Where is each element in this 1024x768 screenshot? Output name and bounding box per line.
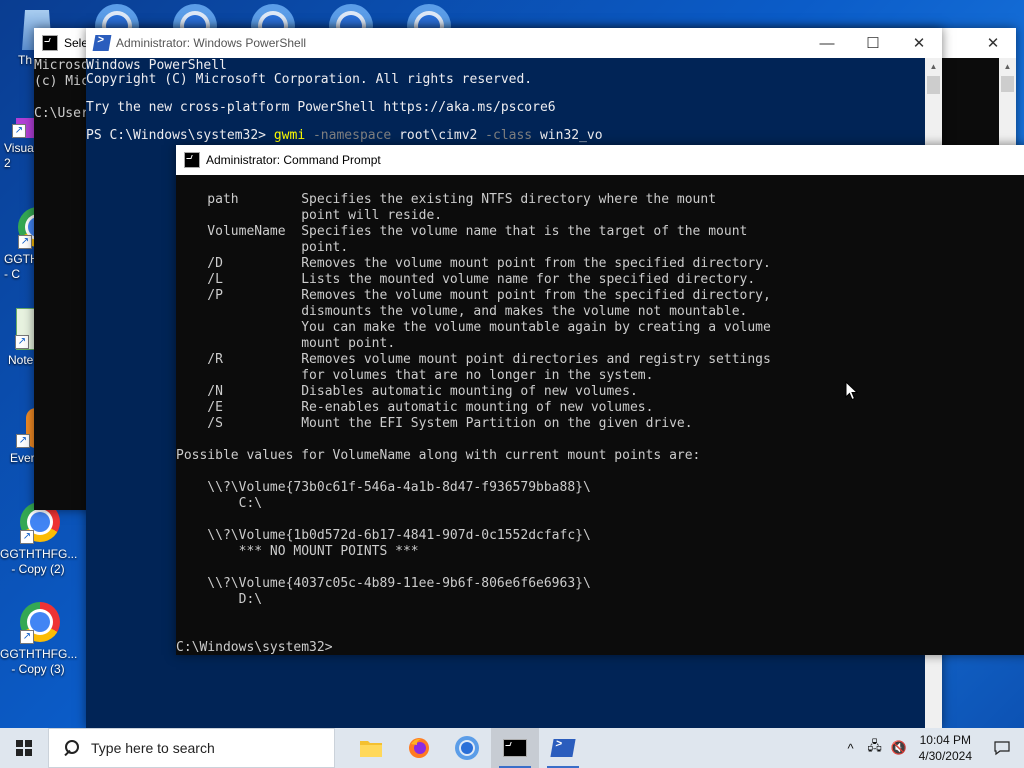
start-button[interactable]	[0, 728, 48, 768]
cmd-icon	[42, 35, 58, 51]
cmd-icon	[184, 152, 200, 168]
desktop-icon-chrome-copy-3[interactable]: ↗ GGTHTHFG... - Copy (3)	[0, 600, 77, 677]
taskbar-search-box[interactable]: Type here to search	[48, 728, 335, 768]
taskbar-powershell[interactable]	[539, 728, 587, 768]
chevron-up-icon[interactable]: ^	[839, 728, 863, 768]
powershell-console-output[interactable]: Windows PowerShell Copyright (C) Microso…	[86, 59, 603, 143]
folder-icon	[360, 741, 382, 757]
powershell-icon	[550, 739, 576, 757]
search-icon	[63, 740, 79, 756]
cmd-console-output[interactable]: path Specifies the existing NTFS directo…	[176, 192, 771, 656]
command-prompt-window[interactable]: Administrator: Command Prompt path Speci…	[176, 145, 1024, 655]
powershell-titlebar[interactable]: Administrator: Windows PowerShell — ☐ ✕	[86, 28, 942, 58]
minimize-button[interactable]: —	[804, 28, 850, 58]
cmd-titlebar[interactable]: Administrator: Command Prompt	[176, 145, 1024, 175]
back-window-close-button[interactable]: ✕	[970, 28, 1016, 58]
powershell-icon	[92, 35, 112, 51]
taskbar-file-explorer[interactable]	[347, 728, 395, 768]
scrollbar-thumb[interactable]	[1001, 76, 1014, 92]
scroll-up-arrow-icon[interactable]: ▲	[925, 58, 942, 75]
notification-center-icon[interactable]	[980, 728, 1024, 768]
taskbar-command-prompt[interactable]	[491, 728, 539, 768]
mouse-cursor-icon	[845, 381, 859, 401]
network-icon[interactable]: 🖧	[863, 728, 887, 768]
clock[interactable]: 10:04 PM 4/30/2024	[911, 732, 980, 764]
cmd-icon	[503, 739, 527, 757]
volume-muted-icon[interactable]: 🔇	[887, 728, 911, 768]
taskbar: Type here to search ^ 🖧 🔇 10:04 PM 4/30/…	[0, 728, 1024, 768]
scrollbar-thumb[interactable]	[927, 76, 940, 94]
windows-logo-icon	[16, 740, 32, 756]
visual-studio-icon: ↗	[12, 118, 36, 138]
system-tray: ^ 🖧 🔇 10:04 PM 4/30/2024	[839, 728, 1024, 768]
close-button[interactable]: ✕	[896, 28, 942, 58]
desktop-icon-chrome-copy-2[interactable]: ↗ GGTHTHFG... - Copy (2)	[0, 500, 77, 577]
scroll-up-arrow-icon[interactable]: ▲	[999, 58, 1016, 75]
firefox-icon	[409, 738, 429, 758]
chrome-icon	[455, 736, 479, 760]
taskbar-firefox[interactable]	[395, 728, 443, 768]
maximize-button[interactable]: ☐	[850, 28, 896, 58]
taskbar-chrome[interactable]	[443, 728, 491, 768]
